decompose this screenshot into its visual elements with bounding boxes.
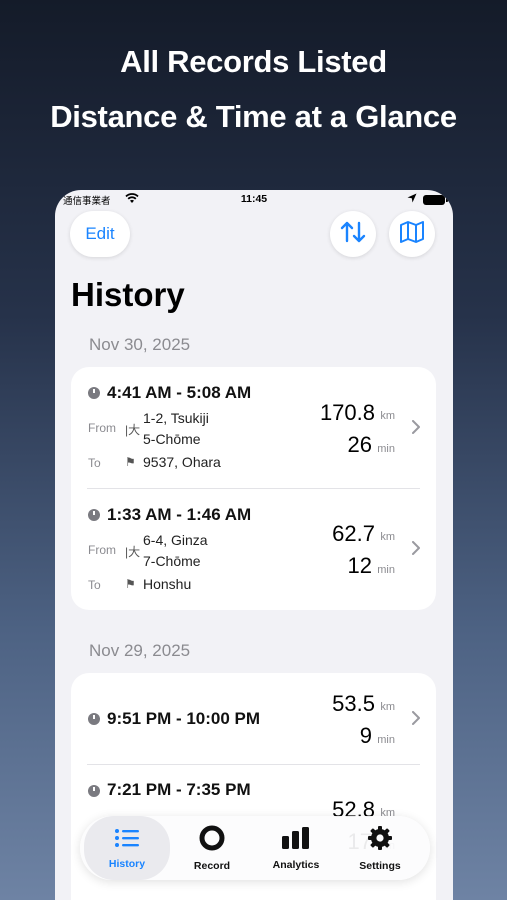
page-title: History bbox=[71, 276, 185, 313]
from-place-line-1: 6-4, Ginza bbox=[143, 532, 208, 548]
chevron-right-icon bbox=[412, 420, 420, 439]
duration-unit: min bbox=[377, 734, 395, 746]
finish-flag-icon: ⚑ bbox=[125, 455, 136, 469]
duration-unit: min bbox=[377, 564, 395, 576]
duration-value: 26 bbox=[347, 432, 372, 457]
duration-unit: min bbox=[377, 443, 395, 455]
distance-unit: km bbox=[380, 701, 395, 713]
map-icon bbox=[399, 220, 425, 249]
tab-label: Analytics bbox=[272, 858, 320, 871]
location-arrow-icon bbox=[407, 193, 417, 206]
battery-icon bbox=[423, 194, 448, 205]
tab-history[interactable]: History bbox=[84, 816, 170, 880]
sort-arrows-icon bbox=[339, 220, 367, 249]
list-item[interactable]: 4:41 AM - 5:08 AM From |大 1-2, Tsukiji 5… bbox=[71, 367, 436, 487]
from-label: From bbox=[88, 421, 116, 435]
tab-label: Record bbox=[193, 859, 231, 872]
time-range: 9:51 PM - 10:00 PM bbox=[107, 709, 261, 728]
section-date: Nov 30, 2025 bbox=[89, 335, 191, 354]
gear-icon bbox=[367, 825, 393, 856]
to-label: To bbox=[88, 456, 101, 470]
clock-icon bbox=[88, 713, 100, 725]
finish-flag-icon: ⚑ bbox=[125, 577, 136, 591]
list-icon bbox=[114, 827, 140, 854]
tab-analytics[interactable]: Analytics bbox=[254, 816, 338, 880]
headline-line-2: Distance & Time at a Glance bbox=[50, 99, 457, 134]
duration-value: 9 bbox=[359, 723, 372, 748]
map-button[interactable] bbox=[389, 211, 435, 257]
from-place-line-1: 1-2, Tsukiji bbox=[143, 410, 209, 426]
record-icon bbox=[199, 825, 225, 856]
clock-icon bbox=[88, 509, 100, 521]
status-time: 11:45 bbox=[240, 193, 268, 205]
tab-label: History bbox=[108, 857, 146, 870]
to-place: 9537, Ohara bbox=[143, 454, 221, 470]
clock-icon bbox=[88, 387, 100, 399]
walking-person-icon: |大 bbox=[125, 545, 141, 559]
clock-icon bbox=[88, 785, 100, 797]
tab-bar: History Record Analytics Settings bbox=[80, 816, 430, 880]
chevron-right-icon bbox=[412, 541, 420, 560]
distance-value: 62.7 bbox=[332, 521, 375, 546]
list-item[interactable]: 1:33 AM - 1:46 AM From |大 6-4, Ginza 7-C… bbox=[71, 489, 436, 610]
from-place-line-2: 7-Chōme bbox=[143, 553, 201, 569]
phone-screen: 通信事業者 11:45 Edit History Nov 30, 2025 4:… bbox=[55, 190, 453, 900]
time-range: 4:41 AM - 5:08 AM bbox=[107, 383, 252, 402]
distance-unit: km bbox=[380, 410, 395, 422]
records-card: 4:41 AM - 5:08 AM From |大 1-2, Tsukiji 5… bbox=[71, 367, 436, 610]
tab-record[interactable]: Record bbox=[170, 816, 254, 880]
to-place: Honshu bbox=[143, 576, 192, 592]
from-place-line-2: 5-Chōme bbox=[143, 431, 201, 447]
distance-value: 53.5 bbox=[332, 691, 375, 716]
chevron-right-icon bbox=[412, 711, 420, 730]
list-item[interactable]: 9:51 PM - 10:00 PM 53.5 km 9 min bbox=[71, 673, 436, 764]
headline-line-1: All Records Listed bbox=[120, 44, 387, 79]
duration-value: 12 bbox=[347, 553, 372, 578]
time-range: 1:33 AM - 1:46 AM bbox=[107, 505, 252, 524]
tab-label: Settings bbox=[359, 859, 401, 872]
edit-button[interactable]: Edit bbox=[70, 211, 130, 257]
to-label: To bbox=[88, 578, 101, 592]
from-label: From bbox=[88, 543, 116, 557]
status-bar: 通信事業者 11:45 bbox=[55, 190, 453, 210]
distance-value: 170.8 bbox=[319, 400, 375, 425]
walking-person-icon: |大 bbox=[125, 423, 141, 437]
section-date: Nov 29, 2025 bbox=[89, 641, 191, 660]
distance-unit: km bbox=[380, 531, 395, 543]
tab-settings[interactable]: Settings bbox=[338, 816, 422, 880]
sort-button[interactable] bbox=[330, 211, 376, 257]
time-range: 7:21 PM - 7:35 PM bbox=[107, 780, 251, 799]
bar-chart-icon bbox=[281, 826, 311, 855]
